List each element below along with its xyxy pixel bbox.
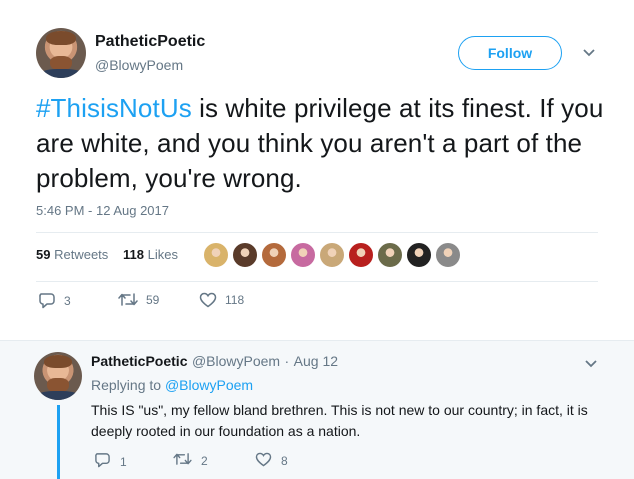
like-count: 118	[225, 293, 245, 307]
liker-avatar[interactable]	[261, 242, 287, 268]
divider	[0, 340, 634, 341]
liker-avatar[interactable]	[406, 242, 432, 268]
likes-count: 118	[123, 247, 144, 262]
follow-button[interactable]: Follow	[458, 36, 562, 70]
like-action[interactable]: 118	[199, 292, 244, 308]
replying-handle-link[interactable]: @BlowyPoem	[165, 377, 253, 393]
retweet-icon	[173, 452, 192, 469]
retweets-stat[interactable]: 59 Retweets	[36, 247, 108, 262]
liker-avatar[interactable]	[348, 242, 374, 268]
liker-avatar[interactable]	[319, 242, 345, 268]
liker-avatar[interactable]	[435, 242, 461, 268]
reply-icon	[94, 452, 111, 471]
likes-stat[interactable]: 118 Likes	[123, 247, 178, 262]
divider	[36, 232, 598, 233]
author-avatar[interactable]	[36, 28, 86, 78]
author-display-name[interactable]: PatheticPoetic	[95, 33, 205, 51]
tweet-text: #ThisisNotUs is white privilege at its f…	[36, 91, 616, 196]
reply-handle[interactable]: @BlowyPoem	[192, 353, 280, 369]
retweets-label: Retweets	[54, 247, 109, 262]
chevron-down-icon[interactable]	[582, 45, 596, 61]
reply-like-action[interactable]: 8	[255, 452, 288, 470]
tweet-timestamp[interactable]: 5:46 PM - 12 Aug 2017	[36, 203, 169, 218]
reply-icon	[38, 292, 56, 309]
retweet-icon	[118, 292, 138, 307]
reply-date[interactable]: Aug 12	[294, 353, 338, 369]
heart-icon	[255, 452, 272, 470]
reply-header: PatheticPoetic @BlowyPoem · Aug 12	[91, 353, 338, 371]
reply-retweet-action[interactable]: 2	[173, 452, 208, 469]
retweets-count: 59	[36, 247, 51, 262]
reply-text: This IS "us", my fellow bland brethren. …	[91, 402, 588, 439]
divider	[36, 281, 598, 282]
reply-reply-count: 1	[120, 454, 127, 469]
retweet-action[interactable]: 59	[118, 292, 159, 307]
chevron-down-icon[interactable]	[584, 356, 598, 372]
reply-display-name[interactable]: PatheticPoetic	[91, 353, 187, 369]
thread-connector-line	[57, 405, 60, 479]
replying-prefix: Replying to	[91, 377, 162, 393]
meta-separator: ·	[284, 353, 290, 369]
heart-icon	[199, 292, 217, 308]
liker-avatar[interactable]	[377, 242, 403, 268]
reply-action[interactable]: 3	[38, 292, 71, 309]
reply-count: 3	[64, 293, 71, 308]
reply-author-avatar[interactable]	[34, 352, 82, 400]
reply-retweet-count: 2	[201, 453, 208, 468]
reply-reply-action[interactable]: 1	[94, 452, 127, 471]
likes-label: Likes	[147, 247, 178, 262]
hashtag-link[interactable]: #ThisisNotUs	[36, 93, 192, 123]
liker-avatar[interactable]	[232, 242, 258, 268]
liker-avatar[interactable]	[290, 242, 316, 268]
reply-like-count: 8	[281, 454, 288, 468]
retweet-count: 59	[146, 292, 160, 307]
liker-avatar[interactable]	[203, 242, 229, 268]
author-handle[interactable]: @BlowyPoem	[95, 57, 183, 73]
replying-to: Replying to @BlowyPoem	[91, 377, 253, 393]
